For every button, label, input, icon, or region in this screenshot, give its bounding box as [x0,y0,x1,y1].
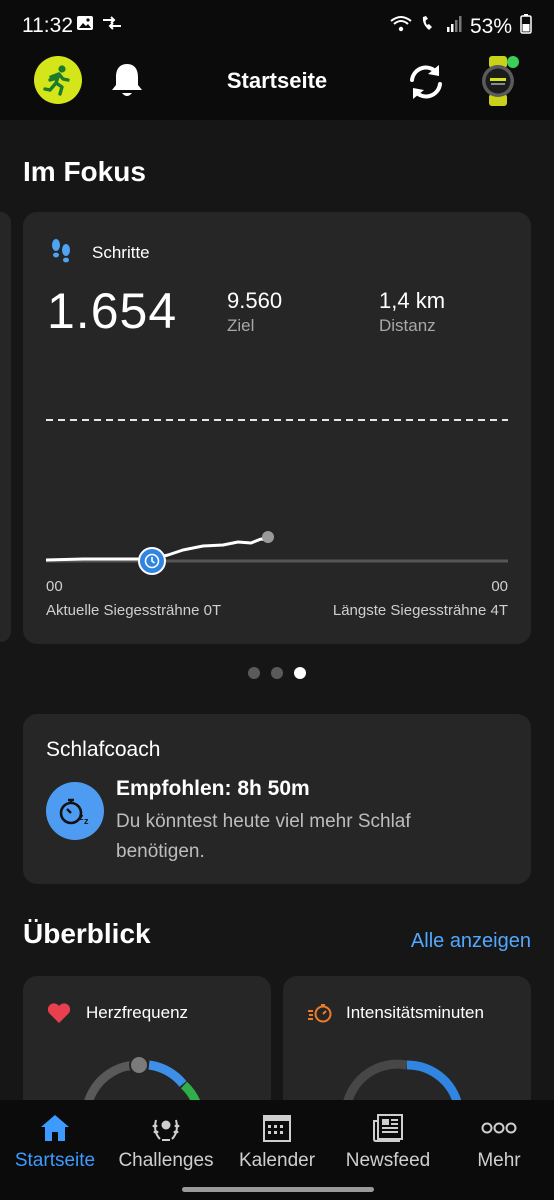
more-icon [481,1112,517,1144]
page-title: Startseite [226,68,328,93]
heart-rate-gauge [84,1055,201,1100]
steps-progress-chart [45,419,508,575]
section-title-focus: Im Fokus [23,156,146,187]
pager-dot[interactable] [271,667,283,679]
longest-streak-label: Längste Siegessträhne 4T [332,602,508,619]
see-all-link[interactable]: Alle anzeigen [411,930,531,953]
previous-card-peek[interactable] [0,212,11,642]
volte-icon [420,15,438,39]
current-streak-label: Aktuelle Siegessträhne 0T [46,602,222,619]
home-indicator[interactable] [182,1187,374,1192]
nav-label: Mehr [477,1150,521,1171]
app-header: Startseite [0,48,554,120]
nav-label: Challenges [118,1150,214,1171]
nav-kalender[interactable]: Kalender [222,1112,332,1172]
image-icon [76,14,94,37]
home-icon [39,1112,71,1144]
status-time: 11:32 [22,14,73,37]
nav-startseite[interactable]: Startseite [0,1112,110,1172]
sleep-recommendation: Empfohlen: 8h 50m [116,777,310,800]
clock-marker-icon [138,547,166,575]
calendar-icon [262,1112,292,1144]
nav-label: Newsfeed [345,1150,431,1171]
nav-label: Startseite [14,1150,96,1171]
battery-icon [520,14,532,40]
nav-challenges[interactable]: Challenges [111,1112,221,1172]
axis-end-label: 00 [491,578,508,595]
steps-card[interactable]: Schritte 1.654 9.560 Ziel 1,4 km Distanz… [23,212,531,644]
pager-dot[interactable] [248,667,260,679]
bottom-navigation: Startseite Challenges Kalender Newsfeed … [0,1100,554,1200]
laurel-icon [150,1112,182,1144]
battery-percent: 53% [469,15,512,38]
signal-icon [446,15,462,39]
svg-text:z: z [84,816,89,826]
axis-start-label: 00 [46,578,63,595]
sleep-coach-icon: z z [46,782,104,840]
sleep-description: Du könntest heute viel mehr Schlaf benöt… [116,811,411,862]
sync-icon[interactable] [404,60,448,104]
section-title-overview: Überblick [23,918,151,949]
nav-mehr[interactable]: Mehr [444,1112,554,1172]
nav-newsfeed[interactable]: Newsfeed [333,1112,443,1172]
intensity-minutes-card[interactable]: Intensitätsminuten [283,976,531,1100]
pager-dot-active[interactable] [294,667,306,679]
watch-icon[interactable] [476,54,522,108]
main-content[interactable]: Im Fokus Schritte 1.654 9.560 Ziel 1,4 k… [0,120,554,1100]
carousel-pager[interactable] [0,667,554,679]
nav-label: Kalender [238,1150,316,1171]
sleep-coach-title: Schlafcoach [46,738,161,761]
wifi-calling-icon [390,15,412,39]
status-bar: 11:32 53% [0,0,554,48]
intensity-minutes-gauge [343,1059,462,1100]
heart-rate-card[interactable]: Herzfrequenz [23,976,271,1100]
sleep-coach-card[interactable]: Schlafcoach z z Empfohlen: 8h 50m Du kön… [23,714,531,884]
newsfeed-icon [372,1112,404,1144]
data-saver-icon [102,16,122,35]
progress-end-dot [262,531,274,543]
